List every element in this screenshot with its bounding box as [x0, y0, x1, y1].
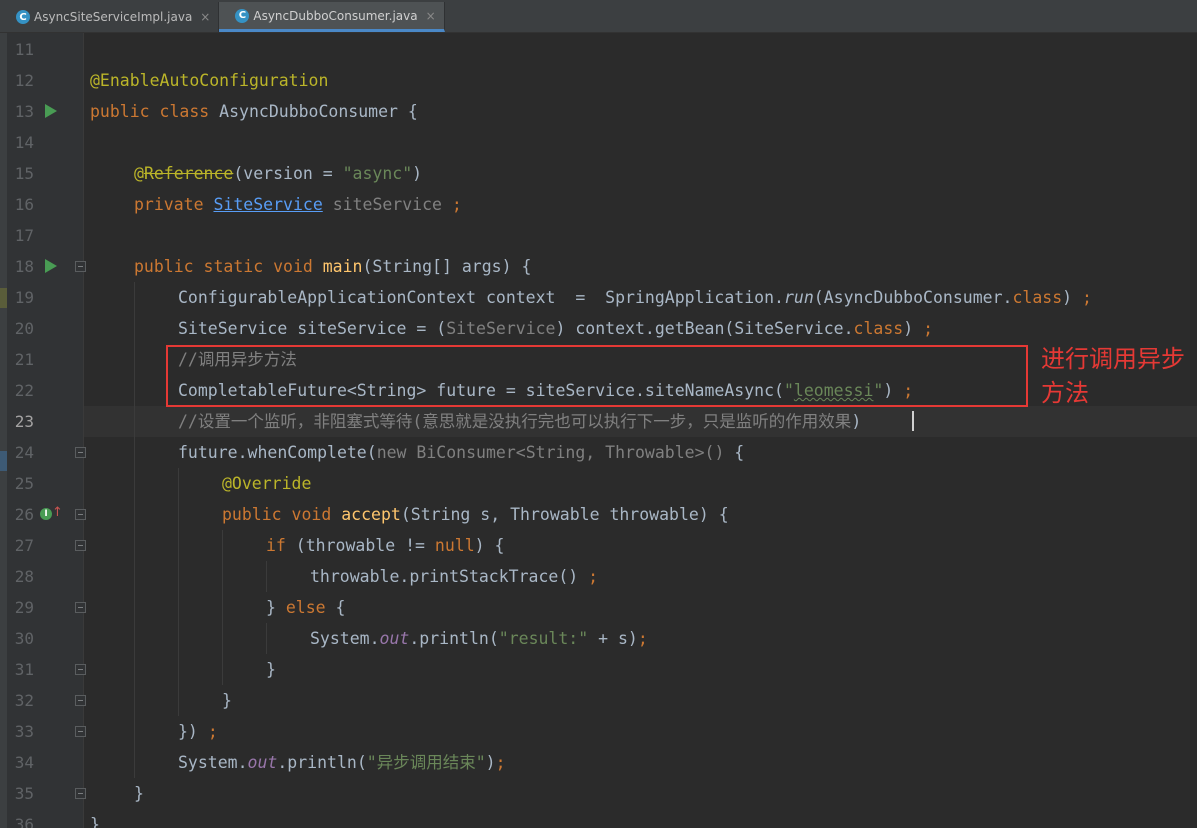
code-line-25[interactable]: @Override: [222, 468, 311, 499]
line-number: 35: [14, 784, 34, 803]
text-caret: [912, 411, 914, 431]
code-line-19[interactable]: ConfigurableApplicationContext context =…: [178, 282, 1092, 313]
editor-tab-bar: C AsyncSiteServiceImpl.java × C AsyncDub…: [0, 0, 1197, 33]
close-icon[interactable]: ×: [426, 9, 436, 23]
bookmark-marker: [0, 451, 7, 471]
line-number: 15: [14, 164, 34, 183]
fold-icon[interactable]: [75, 726, 86, 737]
highlight-box: [166, 345, 1028, 407]
line-number: 25: [14, 474, 34, 493]
code-line-24[interactable]: future.whenComplete(new BiConsumer<Strin…: [178, 437, 744, 468]
side-tool-strip: [0, 33, 7, 828]
fold-icon[interactable]: [75, 540, 86, 551]
code-line-29[interactable]: } else {: [266, 592, 346, 623]
java-class-icon: C: [235, 8, 250, 23]
line-number: 32: [14, 691, 34, 710]
code-line-23[interactable]: //设置一个监听，非阻塞式等待(意思就是没执行完也可以执行下一步，只是监听的作用…: [178, 406, 861, 437]
override-icon[interactable]: I: [40, 508, 52, 520]
run-icon[interactable]: [45, 259, 57, 273]
indent-guide: [178, 468, 179, 716]
code-line-30[interactable]: System.out.println("result:" + s);: [310, 623, 648, 654]
line-number: 36: [14, 815, 34, 828]
line-number: 30: [14, 629, 34, 648]
tab-asyncsiteserviceimpl[interactable]: C AsyncSiteServiceImpl.java ×: [0, 2, 220, 32]
line-number: 19: [14, 288, 34, 307]
fold-icon[interactable]: [75, 447, 86, 458]
line-number: 18: [14, 257, 34, 276]
line-number: 16: [14, 195, 34, 214]
tab-label: AsyncDubboConsumer.java: [253, 8, 418, 23]
indent-guide: [134, 282, 135, 778]
line-number: 31: [14, 660, 34, 679]
line-number: 13: [14, 102, 34, 121]
code-line-27[interactable]: if (throwable != null) {: [266, 530, 504, 561]
code-line-32[interactable]: }: [222, 685, 232, 716]
line-number: 34: [14, 753, 34, 772]
code-line-20[interactable]: SiteService siteService = (SiteService) …: [178, 313, 933, 344]
bookmark-marker: [0, 288, 7, 308]
ide-window: C AsyncSiteServiceImpl.java × C AsyncDub…: [0, 0, 1197, 828]
arrow-up-icon: ↑: [52, 505, 63, 520]
code-line-28[interactable]: throwable.printStackTrace() ;: [310, 561, 598, 592]
code-line-36[interactable]: }: [90, 809, 100, 828]
line-number: 22: [14, 381, 34, 400]
line-number: 28: [14, 567, 34, 586]
line-number: 17: [14, 226, 34, 245]
tab-asyncdubboconsumer[interactable]: C AsyncDubboConsumer.java ×: [219, 2, 445, 32]
indent-guide: [266, 561, 267, 592]
java-class-icon: C: [16, 10, 30, 24]
line-number: 23: [14, 412, 34, 431]
code-line-13[interactable]: public class AsyncDubboConsumer {: [90, 96, 418, 127]
code-line-31[interactable]: }: [266, 654, 276, 685]
line-number: 29: [14, 598, 34, 617]
tab-label: AsyncSiteServiceImpl.java: [34, 10, 193, 24]
code-line-26[interactable]: public void accept(String s, Throwable t…: [222, 499, 729, 530]
annotation-callout: 进行调用异步方法: [1041, 345, 1185, 407]
line-number: 14: [14, 133, 34, 152]
line-number: 11: [14, 40, 34, 59]
run-icon[interactable]: [45, 104, 57, 118]
line-number: 26: [14, 505, 34, 524]
code-line-35[interactable]: }: [134, 778, 144, 809]
code-line-33[interactable]: }) ;: [178, 716, 218, 747]
code-line-15[interactable]: @Reference(version = "async"): [134, 158, 422, 189]
line-number: 20: [14, 319, 34, 338]
fold-icon[interactable]: [75, 788, 86, 799]
fold-icon[interactable]: [75, 602, 86, 613]
code-line-18[interactable]: public static void main(String[] args) {: [134, 251, 531, 282]
close-icon[interactable]: ×: [200, 10, 210, 24]
code-line-12[interactable]: @EnableAutoConfiguration: [90, 65, 328, 96]
line-number: 27: [14, 536, 34, 555]
code-line-16[interactable]: private SiteService siteService ;: [134, 189, 462, 220]
code-line-34[interactable]: System.out.println("异步调用结束");: [178, 747, 506, 778]
line-number: 12: [14, 71, 34, 90]
line-number: 33: [14, 722, 34, 741]
indent-guide: [266, 623, 267, 654]
fold-icon[interactable]: [75, 509, 86, 520]
fold-icon[interactable]: [75, 664, 86, 675]
indent-guide: [222, 530, 223, 685]
line-number: 24: [14, 443, 34, 462]
fold-icon[interactable]: [75, 261, 86, 272]
fold-icon[interactable]: [75, 695, 86, 706]
line-number: 21: [14, 350, 34, 369]
